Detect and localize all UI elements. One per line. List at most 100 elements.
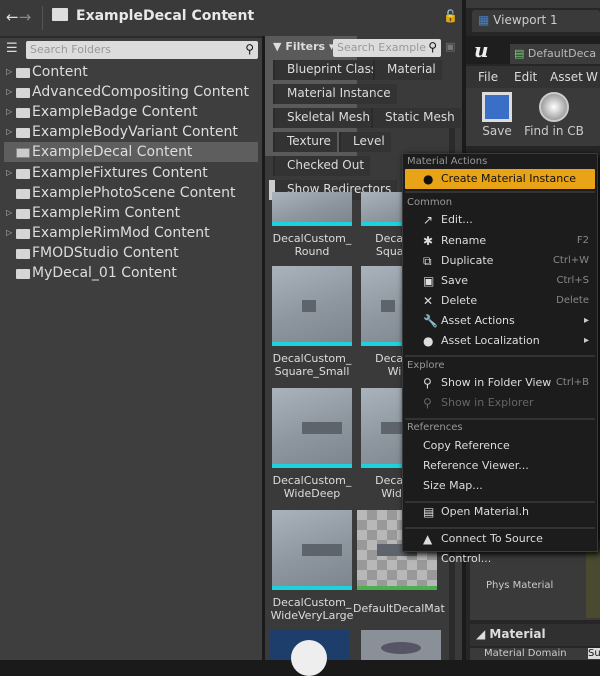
section-header: Material Actions [407, 156, 488, 167]
copy-reference-item[interactable]: Copy Reference [405, 436, 595, 456]
rename-item[interactable]: ✱ Rename F2 [405, 231, 595, 251]
editor-toolbar: Save Find in CB [466, 88, 600, 146]
menu-item-label: Asset Actions [441, 314, 515, 327]
expand-arrow-icon[interactable]: ▷ [6, 163, 12, 183]
filters-button[interactable]: ▼ Filters ▾ [273, 40, 334, 53]
asset-label[interactable]: DecalCustom_ Square_Small [267, 352, 357, 378]
asset-localization-item[interactable]: ● Asset Localization ▸ [405, 331, 595, 351]
asset-thumbnail[interactable] [272, 266, 352, 346]
asset-label[interactable]: DecalCustom_ WideVeryLarge [267, 596, 357, 622]
open-material-h-item[interactable]: ▤ Open Material.h [405, 502, 595, 522]
filter-chip[interactable]: Level [339, 132, 391, 152]
search-icon[interactable]: ⚲ [245, 42, 254, 56]
forward-icon[interactable]: → [19, 8, 32, 26]
search-icon[interactable]: ⚲ [428, 40, 437, 54]
filter-chip[interactable]: Checked Out [273, 156, 371, 176]
folder-label: AdvancedCompositing Content [32, 84, 250, 101]
menu-w[interactable]: W [586, 70, 598, 84]
asset-label[interactable]: DecalCustom_ WideDeep [267, 474, 357, 500]
menu-asset[interactable]: Asset [550, 70, 583, 84]
expand-arrow-icon[interactable]: ▷ [6, 102, 12, 122]
shortcut-label: Ctrl+W [552, 255, 589, 266]
expand-arrow-icon[interactable]: ▷ [6, 223, 12, 243]
expand-arrow-icon[interactable]: ▷ [6, 62, 12, 82]
edit-item[interactable]: ↗ Edit... [405, 210, 595, 230]
connect-source-control-item[interactable]: ▲ Connect To Source Control... [405, 529, 595, 565]
back-forward-buttons[interactable]: ←→ [6, 8, 31, 26]
context-menu: Material Actions ● Create Material Instanc… [402, 153, 598, 565]
search-folders-input[interactable]: Search Folders ⚲ [26, 41, 258, 59]
filter-chip[interactable]: Blueprint Class [273, 60, 384, 80]
phys-material-thumbnail[interactable] [586, 548, 600, 618]
filter-chip[interactable]: Skeletal Mesh [273, 108, 377, 128]
tab-viewport-1[interactable]: ▦ Viewport 1 [472, 10, 600, 32]
asset-name-line2: WideDeep [283, 487, 341, 500]
material-domain-dropdown[interactable]: Su [588, 648, 600, 659]
folder-item[interactable]: ▷ AdvancedCompositing Content [4, 82, 258, 102]
material-domain-row: Material Domain Su [470, 648, 600, 660]
magnifier-icon [539, 92, 569, 122]
path-bar: ←→ ExampleDecal Content ▸ 🔓 [0, 0, 462, 36]
asset-thumbnail[interactable] [272, 388, 352, 468]
size-map-item[interactable]: Size Map... [405, 476, 595, 496]
folder-item[interactable]: ▷ ExampleRimMod Content [4, 223, 258, 243]
folder-item[interactable]: MyDecal_01 Content [4, 263, 258, 283]
asset-tab[interactable]: ▤ DefaultDeca [510, 44, 600, 64]
collapse-sources-icon[interactable]: ☰ [6, 41, 18, 56]
folder-icon [16, 68, 30, 78]
folder-item[interactable]: ▷ ExampleBadge Content [4, 102, 258, 122]
folder-item[interactable]: ▷ ExampleBodyVariant Content [4, 122, 258, 142]
folder-item[interactable]: ExamplePhotoScene Content [4, 183, 258, 203]
folder-label: ExampleRim Content [32, 204, 181, 221]
asset-thumbnail[interactable] [361, 630, 441, 660]
filter-chip[interactable]: Static Mesh [371, 108, 461, 128]
menu-edit[interactable]: Edit [514, 70, 537, 84]
menu-file[interactable]: File [478, 70, 498, 84]
folder-item[interactable]: FMODStudio Content [4, 243, 258, 263]
search-assets-input[interactable]: Search Example ⚲ [333, 39, 441, 57]
filter-chip[interactable]: Material Instance [273, 84, 397, 104]
explorer-icon: ⚲ [423, 396, 432, 410]
expand-arrow-icon[interactable]: ▷ [6, 203, 12, 223]
duplicate-item[interactable]: ⧉ Duplicate Ctrl+W [405, 251, 595, 271]
back-icon[interactable]: ← [6, 8, 19, 26]
save-button[interactable]: Save [472, 90, 522, 138]
create-material-instance-item[interactable]: ● Create Material Instance [405, 169, 595, 189]
asset-label[interactable]: DecalCustom_ Round [267, 232, 357, 258]
search-placeholder: Search Example [337, 41, 427, 54]
find-in-cb-button[interactable]: Find in CB [524, 90, 584, 138]
folder-label: ExampleBodyVariant Content [32, 124, 238, 141]
expand-arrow-icon[interactable]: ▷ [6, 82, 12, 102]
folder-item[interactable]: ▷ Content [4, 62, 258, 82]
menu-item-label: Asset Localization [441, 334, 540, 347]
folder-icon [16, 269, 30, 279]
menu-item-label: Edit... [441, 213, 473, 226]
asset-thumbnail[interactable] [272, 510, 352, 590]
folder-icon [16, 168, 30, 179]
folder-item[interactable]: ▷ ExampleRim Content [4, 203, 258, 223]
filter-chip[interactable]: Material [373, 60, 442, 80]
asset-label[interactable]: DefaultDecalMat [353, 602, 445, 615]
asset-thumbnail[interactable] [272, 192, 352, 226]
delete-icon: ✕ [423, 294, 434, 308]
lock-icon[interactable]: 🔓 [443, 9, 458, 23]
folder-item[interactable]: ▷ ExampleFixtures Content [4, 163, 258, 183]
shortcut-label: Ctrl+S [556, 275, 589, 286]
material-section-header[interactable]: ◢ Material [470, 624, 600, 646]
decal-block [302, 300, 316, 312]
save-item[interactable]: ▣ Save Ctrl+S [405, 271, 595, 291]
show-in-folder-view-item[interactable]: ⚲ Show in Folder View Ctrl+B [405, 373, 595, 393]
filter-chip[interactable]: Texture [273, 132, 337, 152]
save-search-icon[interactable]: ▣ [445, 40, 455, 53]
reference-viewer-item[interactable]: Reference Viewer... [405, 456, 595, 476]
unreal-logo: u [474, 38, 489, 62]
asset-actions-item[interactable]: 🔧 Asset Actions ▸ [405, 311, 595, 331]
folder-item[interactable]: ExampleDecal Content [4, 142, 258, 163]
asset-thumbnail[interactable] [269, 630, 349, 676]
folder-label: MyDecal_01 Content [32, 265, 177, 281]
delete-item[interactable]: ✕ Delete Delete [405, 291, 595, 311]
expand-arrow-icon[interactable]: ▷ [6, 122, 12, 142]
tab-label: Viewport 1 [493, 13, 558, 27]
path-arrow-icon[interactable]: ▸ [228, 10, 233, 21]
folder-label: FMODStudio Content [32, 244, 179, 261]
